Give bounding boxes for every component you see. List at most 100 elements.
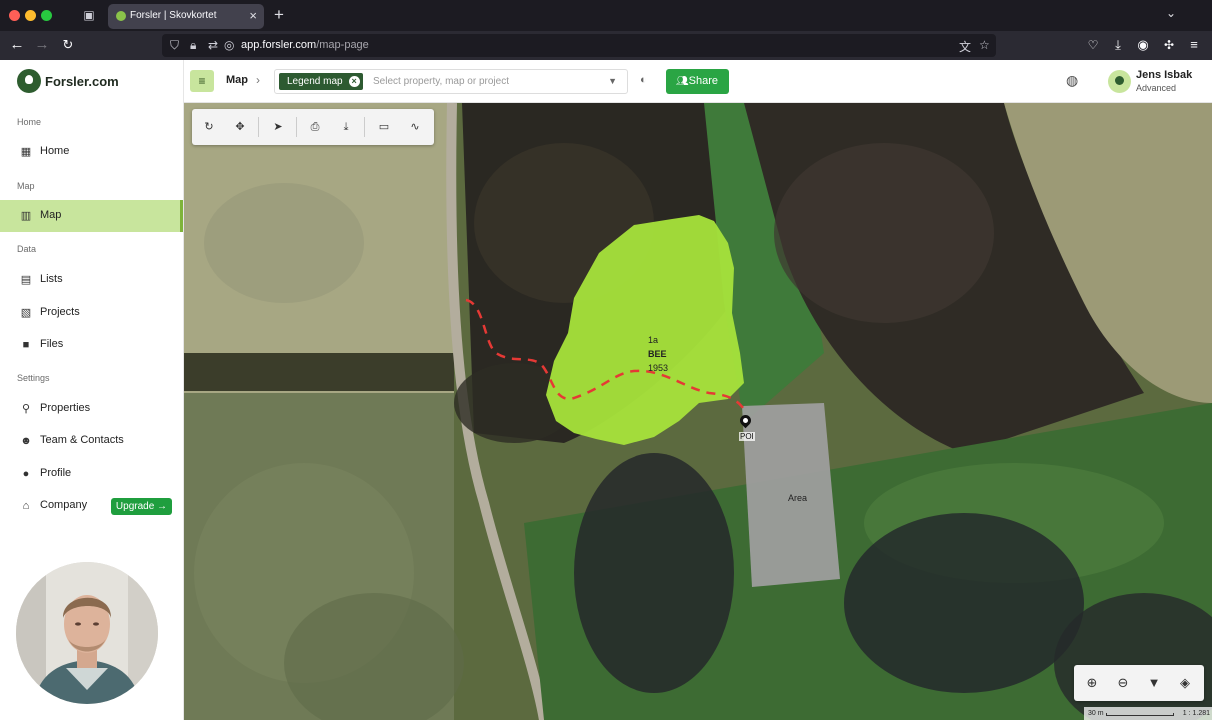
layers-icon[interactable]: ◈	[1175, 673, 1195, 693]
window-minimize-button[interactable]	[25, 10, 36, 21]
chip-label: Legend map	[287, 76, 343, 87]
share-button[interactable]: 👥︎ Share	[666, 69, 729, 94]
presenter-image	[16, 562, 158, 704]
map-controls: ⊕ ⊖ ▼ ◈	[1074, 665, 1204, 701]
section-label-map: Map	[17, 181, 35, 191]
chip-remove-icon[interactable]: ×	[348, 76, 360, 87]
downloads-icon[interactable]: ⤓	[1110, 37, 1126, 53]
window-close-button[interactable]	[9, 10, 20, 21]
team-icon: ☻	[20, 435, 32, 447]
table-icon: ▤	[20, 274, 32, 286]
scale-ratio: 1 : 1.281	[1182, 710, 1210, 717]
map-icon: ▥	[20, 210, 32, 222]
reload-icon[interactable]: ↻	[60, 37, 76, 53]
sidebar-item-label: Projects	[40, 306, 80, 318]
section-label-home: Home	[17, 117, 42, 127]
breadcrumb[interactable]: Map	[226, 74, 248, 86]
logo-text: Forsler.com	[45, 74, 119, 89]
translate-icon[interactable]: 文	[959, 38, 971, 55]
url-text[interactable]: app.forsler.com/map-page	[241, 39, 369, 51]
layers-toggle-icon[interactable]: ◐	[640, 74, 647, 86]
download-icon[interactable]: ⤓	[337, 118, 355, 136]
sidebar-item-team-contacts[interactable]: ☻ Team & Contacts	[0, 425, 183, 457]
scale-line	[1106, 713, 1174, 716]
tab-title: Forsler | Skovkortet	[130, 10, 217, 21]
draw-path-icon[interactable]: ∿	[406, 118, 424, 136]
caret-down-icon[interactable]: ▼	[608, 76, 617, 86]
scale-bar: 30 m 1 : 1.281	[1084, 707, 1212, 720]
move-icon[interactable]: ✥	[231, 118, 249, 136]
url-bar[interactable]: ⛉ 🔒︎ ⇄ ◎ app.forsler.com/map-page 文 ☆	[162, 34, 996, 57]
forward-icon[interactable]: →	[34, 37, 50, 53]
location-icon[interactable]: ◎	[224, 38, 234, 52]
extensions-icon[interactable]: ✣	[1161, 37, 1177, 53]
print-icon[interactable]: ⎙	[306, 118, 324, 136]
map-selector[interactable]: Legend map × Select property, map or pro…	[274, 69, 628, 94]
chevron-down-icon[interactable]: ⌄	[1166, 6, 1176, 20]
stand-number-label: 1a	[648, 335, 659, 345]
user-level: Advanced	[1136, 83, 1177, 93]
sidebar-item-profile[interactable]: ● Profile	[0, 458, 183, 490]
sidebar-item-properties[interactable]: ⚲ Properties	[0, 393, 183, 425]
zoom-out-icon[interactable]: ⊖	[1113, 673, 1133, 693]
clipboard-icon: ▧	[20, 307, 32, 319]
navigate-icon[interactable]: ➤	[269, 118, 287, 136]
back-icon[interactable]: ←	[9, 37, 25, 53]
sidebar-item-files[interactable]: ■ Files	[0, 329, 183, 361]
selector-placeholder[interactable]: Select property, map or project	[373, 76, 509, 87]
area-label: Area	[788, 493, 808, 503]
home-icon: ⌂	[22, 500, 30, 512]
browser-tab-bar: ▣ Forsler | Skovkortet × + ⌄	[0, 0, 1212, 31]
pin-icon: ⚲	[21, 403, 31, 415]
avatar[interactable]	[1108, 70, 1131, 93]
filter-icon[interactable]: ▼	[1144, 673, 1164, 693]
sidebar-toggle-button[interactable]: ≡	[190, 70, 214, 92]
rotate-icon[interactable]: ↻	[200, 118, 218, 136]
sidebar-item-label: Properties	[40, 402, 91, 414]
share-label: Share	[688, 75, 718, 87]
url-host: app.forsler.com	[241, 39, 317, 51]
browser-tab[interactable]: Forsler | Skovkortet ×	[108, 4, 264, 29]
menu-icon[interactable]: ≡	[1186, 37, 1202, 53]
browser-nav-bar: ← → ↻ ⛉ 🔒︎ ⇄ ◎ app.forsler.com/map-page …	[0, 31, 1212, 60]
window-zoom-button[interactable]	[41, 10, 52, 21]
account-icon[interactable]: ◉	[1135, 37, 1151, 53]
toolbar-divider	[296, 117, 297, 137]
section-label-settings: Settings	[17, 373, 50, 383]
lock-icon[interactable]: 🔒︎	[190, 38, 196, 53]
people-icon: 👥︎	[676, 76, 689, 87]
sidebar-item-home[interactable]: ▦ Home	[0, 136, 183, 168]
tab-list-icon[interactable]: ▣	[82, 8, 96, 22]
pocket-icon[interactable]: ♡	[1085, 37, 1101, 53]
sidebar-item-label: Lists	[40, 273, 63, 285]
folder-icon: ■	[22, 339, 30, 351]
upgrade-button[interactable]: Upgrade →	[111, 498, 172, 515]
zoom-in-icon[interactable]: ⊕	[1082, 673, 1102, 693]
scale-distance: 30 m	[1088, 710, 1104, 717]
globe-icon[interactable]: ◍	[1066, 72, 1078, 89]
map-toolbar: ↻ ✥ ➤ ⎙ ⤓ ▭ ∿	[192, 109, 434, 145]
forsler-logo-icon	[17, 69, 41, 93]
sidebar-item-label: Files	[40, 338, 64, 350]
sidebar-item-label: Company	[40, 499, 88, 511]
profile-icon: ●	[22, 468, 30, 480]
sidebar-item-label: Home	[40, 145, 70, 157]
sidebar-item-company[interactable]: ⌂ Company Upgrade →	[0, 490, 183, 522]
map-canvas[interactable]: 1a BEE 1953 POI Area ↻ ✥ ➤ ⎙ ⤓ ▭ ∿ ⊕ ⊖ ▼…	[184, 103, 1212, 720]
new-tab-icon[interactable]: +	[274, 5, 284, 25]
tab-close-icon[interactable]: ×	[249, 8, 257, 23]
permissions-icon[interactable]: ⇄	[208, 38, 218, 52]
app-header: ≡ Map › Legend map × Select property, ma…	[184, 60, 1212, 103]
satellite-imagery	[184, 103, 1212, 720]
sidebar-item-projects[interactable]: ▧ Projects	[0, 297, 183, 329]
poi-label: POI	[739, 432, 755, 441]
sidebar-item-lists[interactable]: ▤ Lists	[0, 264, 183, 296]
dashboard-icon: ▦	[20, 146, 32, 158]
ruler-icon[interactable]: ▭	[375, 118, 393, 136]
user-name[interactable]: Jens Isbak	[1136, 69, 1192, 81]
toolbar-divider	[258, 117, 259, 137]
bookmark-star-icon[interactable]: ☆	[979, 38, 990, 52]
shield-icon[interactable]: ⛉	[170, 38, 179, 53]
sidebar-item-map[interactable]: ▥ Map	[0, 200, 183, 232]
legend-map-chip[interactable]: Legend map ×	[279, 73, 363, 90]
